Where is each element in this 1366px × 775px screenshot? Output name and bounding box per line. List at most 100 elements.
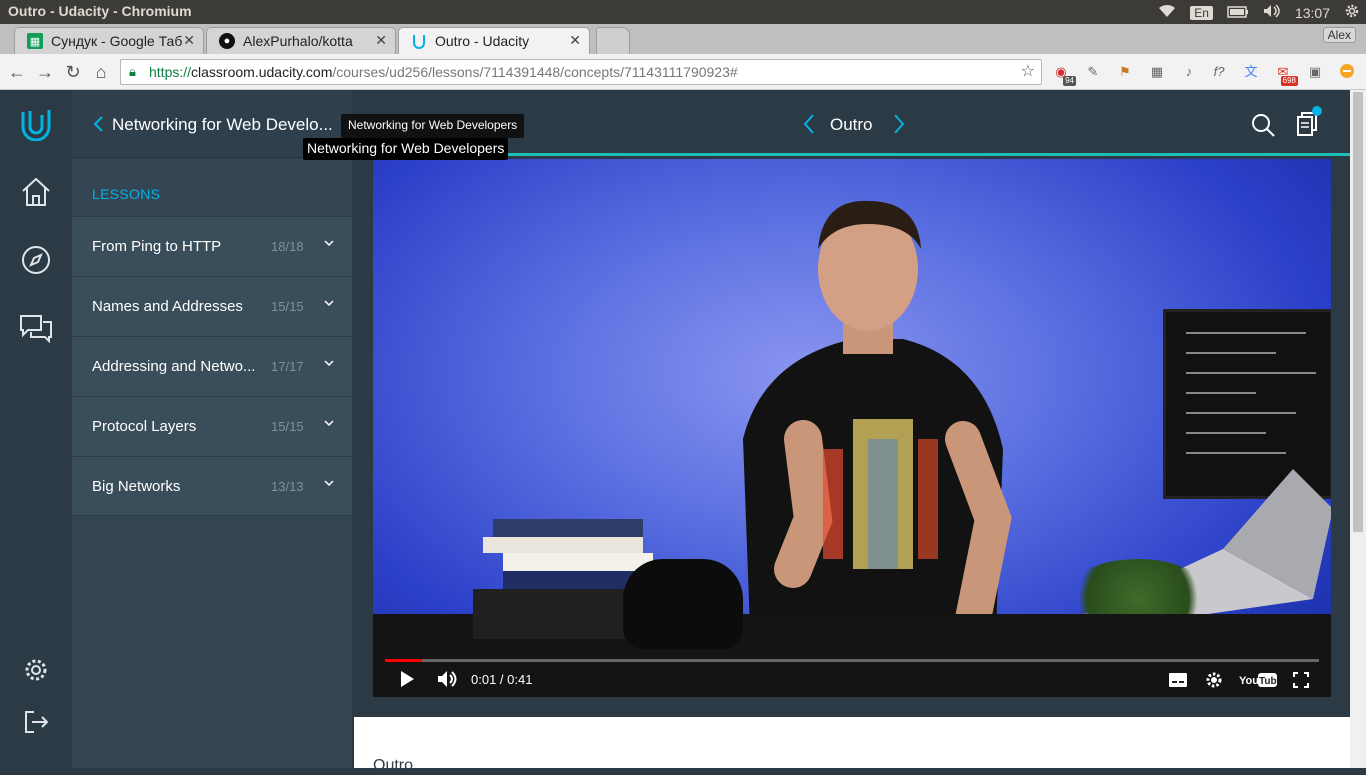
lock-icon: 🔒︎: [129, 64, 136, 79]
scrollbar-thumb[interactable]: [1353, 92, 1363, 532]
fullscreen-icon[interactable]: [1293, 672, 1309, 691]
compass-icon[interactable]: [18, 242, 54, 278]
extension-badge: 94: [1063, 76, 1076, 86]
grid-extension-icon[interactable]: ▦: [1148, 63, 1166, 81]
url-scheme: https://: [149, 64, 192, 80]
search-icon[interactable]: [1250, 112, 1276, 138]
reload-icon[interactable]: ↻: [62, 61, 84, 83]
window-title: Outro - Udacity - Chromium: [8, 3, 192, 19]
concept-content: Outro 0:01 / 0:41 You Tub Outro: [352, 90, 1350, 774]
concept-title: Outro: [830, 115, 873, 134]
new-tab-button[interactable]: [596, 27, 630, 54]
svg-text:Tube: Tube: [1259, 676, 1277, 687]
page-scrollbar[interactable]: [1350, 90, 1366, 768]
back-arrow-icon[interactable]: ←: [6, 61, 28, 83]
lesson-name: From Ping to HTTP: [92, 238, 222, 255]
chevron-down-icon[interactable]: [324, 237, 334, 249]
url-path: /courses/ud256/lessons/7114391448/concep…: [332, 64, 738, 80]
lesson-name: Protocol Layers: [92, 418, 197, 435]
lessons-sidebar: Networking for Web Develo... LESSONS Fro…: [72, 90, 352, 768]
tag-extension-icon[interactable]: ⚑: [1116, 63, 1134, 81]
concept-heading: Outro: [373, 757, 414, 774]
lesson-name: Big Networks: [92, 478, 181, 495]
system-tray: En 13:07: [1158, 3, 1360, 22]
lessons-heading: LESSONS: [92, 186, 161, 202]
close-tab-icon[interactable]: ✕: [569, 32, 581, 49]
lesson-progress-count: 18/18: [271, 239, 304, 254]
save-extension-icon[interactable]: ▣: [1306, 63, 1324, 81]
app-rail: [0, 90, 72, 768]
eyedropper-extension-icon[interactable]: ✎: [1084, 63, 1102, 81]
tab-label: Outro - Udacity: [435, 33, 530, 49]
svg-text:You: You: [1239, 675, 1259, 687]
course-title-native-tooltip: Networking for Web Developers: [303, 138, 509, 160]
chevron-down-icon[interactable]: [324, 297, 334, 309]
bookmark-star-icon[interactable]: ☆: [1021, 60, 1035, 84]
youtube-logo-icon[interactable]: YouTube: [1239, 672, 1283, 691]
video-progress-fill: [385, 659, 423, 662]
volume-icon[interactable]: [1263, 4, 1281, 21]
settings-gear-icon[interactable]: [1205, 671, 1223, 692]
music-extension-icon[interactable]: ♪: [1180, 63, 1198, 81]
settings-gear-icon[interactable]: [1344, 3, 1360, 22]
video-progress-track[interactable]: [385, 659, 1319, 662]
lesson-progress-count: 17/17: [271, 359, 304, 374]
tab-label: Сундук - Google Таб: [51, 33, 183, 49]
lesson-name: Addressing and Netwo...: [92, 358, 256, 375]
chat-icon[interactable]: [18, 310, 54, 346]
lesson-progress-count: 13/13: [271, 479, 304, 494]
tab-github[interactable]: ● AlexPurhalo/kotta ✕: [206, 27, 396, 54]
lesson-name: Names and Addresses: [92, 298, 243, 315]
chevron-down-icon[interactable]: [324, 357, 334, 369]
logout-icon[interactable]: [18, 704, 54, 740]
profile-name[interactable]: Alex: [1322, 27, 1356, 43]
volume-icon[interactable]: [437, 670, 459, 691]
home-icon[interactable]: ⌂: [90, 61, 112, 83]
lesson-item[interactable]: Protocol Layers 15/15: [72, 396, 352, 456]
chevron-down-icon[interactable]: [324, 477, 334, 489]
lesson-progress-count: 15/15: [271, 419, 304, 434]
home-icon[interactable]: [18, 174, 54, 210]
video-controls: 0:01 / 0:41 YouTube: [373, 664, 1331, 697]
tab-google-sheets[interactable]: ▦ Сундук - Google Таб ✕: [14, 27, 204, 54]
browser-toolbar: ← → ↻ ⌂ 🔒︎ https://classroom.udacity.com/…: [0, 54, 1366, 90]
wifi-icon[interactable]: [1158, 4, 1176, 21]
settings-gear-icon[interactable]: [18, 652, 54, 688]
sheets-icon: ▦: [27, 33, 43, 49]
play-icon[interactable]: [399, 670, 415, 691]
forward-arrow-icon[interactable]: →: [34, 61, 56, 83]
translate-extension-icon[interactable]: 文: [1242, 63, 1260, 81]
url-host: classroom.udacity.com: [191, 64, 333, 80]
video-player[interactable]: 0:01 / 0:41 YouTube: [373, 159, 1331, 697]
github-icon: ●: [219, 33, 235, 49]
next-concept-icon[interactable]: [892, 112, 906, 142]
extension-badge: 698: [1280, 76, 1298, 86]
course-title-tooltip: Networking for Web Developers: [341, 114, 525, 138]
lesson-item[interactable]: Addressing and Netwo... 17/17: [72, 336, 352, 396]
concept-text-area: Outro: [354, 717, 1350, 774]
udacity-logo-icon[interactable]: [18, 106, 54, 142]
tab-label: AlexPurhalo/kotta: [243, 33, 353, 49]
ublock-extension-icon[interactable]: ◉ 94: [1052, 63, 1076, 86]
lesson-item[interactable]: Names and Addresses 15/15: [72, 276, 352, 336]
clock[interactable]: 13:07: [1295, 5, 1330, 21]
back-chevron-icon[interactable]: [92, 114, 104, 138]
menu-icon[interactable]: [1338, 63, 1356, 81]
battery-icon[interactable]: [1227, 5, 1249, 21]
close-tab-icon[interactable]: ✕: [375, 32, 387, 49]
lesson-item[interactable]: From Ping to HTTP 18/18: [72, 216, 352, 276]
udacity-icon: [411, 33, 427, 49]
close-tab-icon[interactable]: ✕: [183, 32, 195, 49]
gmail-extension-icon[interactable]: ✉ 698: [1274, 63, 1298, 86]
keyboard-layout-indicator[interactable]: En: [1190, 5, 1213, 20]
tab-udacity[interactable]: Outro - Udacity ✕: [398, 27, 590, 54]
previous-concept-icon[interactable]: [802, 112, 816, 142]
address-bar[interactable]: 🔒︎ https://classroom.udacity.com/courses/…: [120, 59, 1042, 85]
lesson-item[interactable]: Big Networks 13/13: [72, 456, 352, 516]
video-time: 0:01 / 0:41: [471, 672, 533, 687]
rotary-phone-illustration: [623, 559, 743, 649]
course-title[interactable]: Networking for Web Develo...: [112, 115, 333, 135]
chevron-down-icon[interactable]: [324, 417, 334, 429]
formula-extension-icon[interactable]: f?: [1210, 63, 1228, 81]
subtitles-icon[interactable]: [1169, 673, 1187, 690]
